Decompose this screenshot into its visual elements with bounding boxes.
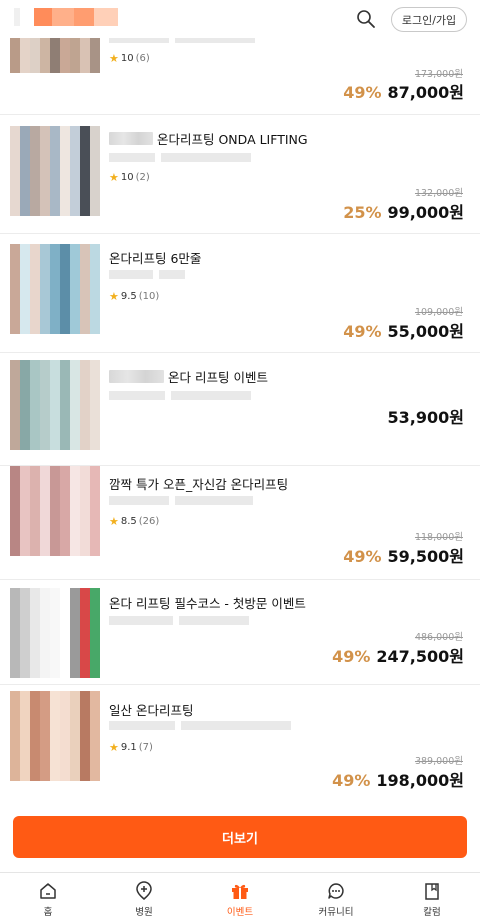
- hospital-name-blurred: [109, 132, 153, 145]
- nav-item-column[interactable]: 칼럼: [384, 873, 480, 924]
- product-thumbnail: [10, 360, 100, 450]
- nav-item-event[interactable]: 이벤트: [192, 873, 288, 924]
- bottom-nav: 홈 병원 이벤트 커뮤니티 칼럼: [0, 872, 480, 924]
- review-count: (6): [135, 53, 150, 64]
- item-title: 온다 리프팅 이벤트: [109, 367, 268, 386]
- sale-price: 55,000원: [387, 322, 464, 341]
- rating-score: 10: [120, 53, 134, 64]
- original-price: 118,000원: [414, 532, 463, 543]
- list-item[interactable]: 온다 리프팅 이벤트 53,900원: [0, 353, 480, 466]
- nav-label: 칼럼: [423, 907, 441, 918]
- list-item[interactable]: 깜짝 특가 오픈_자신감 온다리프팅 ★ 8.5 (26) 118,000원 4…: [0, 466, 480, 580]
- search-button[interactable]: [356, 9, 376, 29]
- price-line: 49% 247,500원: [332, 643, 464, 667]
- list-item[interactable]: 온다리프팅 ONDA LIFTING ★ 10 (2) 132,000원 25%…: [0, 115, 480, 234]
- sale-price: 99,000원: [387, 203, 464, 222]
- nav-label: 홈: [43, 907, 53, 918]
- list-item[interactable]: 일산 온다리프팅 ★ 9.1 (7) 389,000원 49% 198,000원: [0, 685, 480, 797]
- product-thumbnail: [10, 126, 100, 216]
- star-icon: ★: [109, 171, 119, 184]
- list-item[interactable]: 온다리프팅 6만줄 ★ 9.5 (10) 109,000원 49% 55,000…: [0, 234, 480, 353]
- discount-rate: 49%: [343, 322, 382, 341]
- review-count: (10): [138, 291, 160, 302]
- review-count: (2): [135, 172, 150, 183]
- discount-rate: 49%: [332, 771, 371, 790]
- load-more-button[interactable]: 더보기: [13, 816, 467, 858]
- original-price: 389,000원: [414, 756, 463, 767]
- price-line: 53,900원: [388, 404, 464, 428]
- product-thumbnail: [10, 244, 100, 334]
- rating-score: 10: [120, 172, 134, 183]
- review-count: (7): [138, 742, 153, 753]
- item-subtitle-blurred: [109, 153, 251, 162]
- rating-score: 8.5: [120, 516, 137, 527]
- price-line: 49% 55,000원: [343, 318, 464, 342]
- discount-rate: 25%: [343, 203, 382, 222]
- login-signup-button[interactable]: 로그인/가입: [391, 7, 467, 32]
- original-price: 486,000원: [414, 632, 463, 643]
- star-icon: ★: [109, 52, 119, 65]
- home-icon: [40, 883, 56, 899]
- sale-price: 87,000원: [387, 83, 464, 102]
- item-subtitle-blurred: [109, 391, 251, 400]
- item-subtitle-blurred: [109, 496, 253, 505]
- nav-item-home[interactable]: 홈: [0, 873, 96, 924]
- review-count: (26): [138, 516, 160, 527]
- bookmark-icon: [425, 883, 439, 900]
- price-line: 49% 198,000원: [332, 767, 464, 791]
- item-title: 깜짝 특가 오픈_자신감 온다리프팅: [109, 477, 289, 492]
- discount-rate: 49%: [343, 83, 382, 102]
- discount-rate: 49%: [332, 647, 371, 666]
- nav-label: 병원: [135, 907, 153, 918]
- item-subtitle-blurred: [109, 616, 249, 625]
- list-item[interactable]: 온다 리프팅 필수코스 - 첫방문 이벤트 486,000원 49% 247,5…: [0, 580, 480, 685]
- chat-icon: [328, 883, 344, 899]
- site-logo[interactable]: [14, 8, 118, 26]
- rating: ★ 8.5 (26): [109, 515, 159, 528]
- nav-label: 커뮤니티: [318, 907, 354, 918]
- rating: ★ 10 (2): [109, 171, 150, 184]
- item-title: 온다 리프팅 필수코스 - 첫방문 이벤트: [109, 596, 306, 611]
- original-price: 132,000원: [414, 188, 463, 199]
- nav-item-community[interactable]: 커뮤니티: [288, 873, 384, 924]
- star-icon: ★: [109, 290, 119, 303]
- rating-score: 9.1: [120, 742, 137, 753]
- price-line: 49% 87,000원: [343, 79, 464, 103]
- original-price: 109,000원: [414, 307, 463, 318]
- star-icon: ★: [109, 515, 119, 528]
- sale-price: 247,500원: [376, 647, 464, 666]
- nav-label: 이벤트: [226, 907, 254, 918]
- sale-price: 59,500원: [387, 547, 464, 566]
- original-price: 173,000원: [414, 69, 463, 80]
- discount-rate: 49%: [343, 547, 382, 566]
- sale-price: 53,900원: [387, 408, 464, 427]
- search-icon: [357, 10, 375, 28]
- item-subtitle-blurred: [109, 270, 185, 279]
- product-thumbnail: [10, 588, 100, 678]
- gift-icon: [232, 884, 248, 899]
- item-title: 온다리프팅 ONDA LIFTING: [109, 129, 308, 148]
- rating: ★ 9.5 (10): [109, 290, 159, 303]
- rating: ★ 10 (6): [109, 52, 150, 65]
- price-line: 49% 59,500원: [343, 543, 464, 567]
- event-list: ★ 10 (6) 173,000원 49% 87,000원 온다리프팅 ONDA…: [0, 0, 480, 805]
- item-subtitle-blurred: [109, 721, 291, 730]
- hospital-icon: [136, 881, 152, 900]
- rating: ★ 9.1 (7): [109, 741, 153, 754]
- top-header: 로그인/가입: [0, 0, 480, 38]
- rating-score: 9.5: [120, 291, 137, 302]
- item-title: 온다리프팅 6만줄: [109, 251, 202, 266]
- item-title: 일산 온다리프팅: [109, 703, 194, 718]
- price-line: 25% 99,000원: [343, 199, 464, 223]
- nav-item-hospital[interactable]: 병원: [96, 873, 192, 924]
- product-thumbnail: [10, 691, 100, 781]
- star-icon: ★: [109, 741, 119, 754]
- product-thumbnail: [10, 466, 100, 556]
- sale-price: 198,000원: [376, 771, 464, 790]
- hospital-name-blurred: [109, 370, 164, 383]
